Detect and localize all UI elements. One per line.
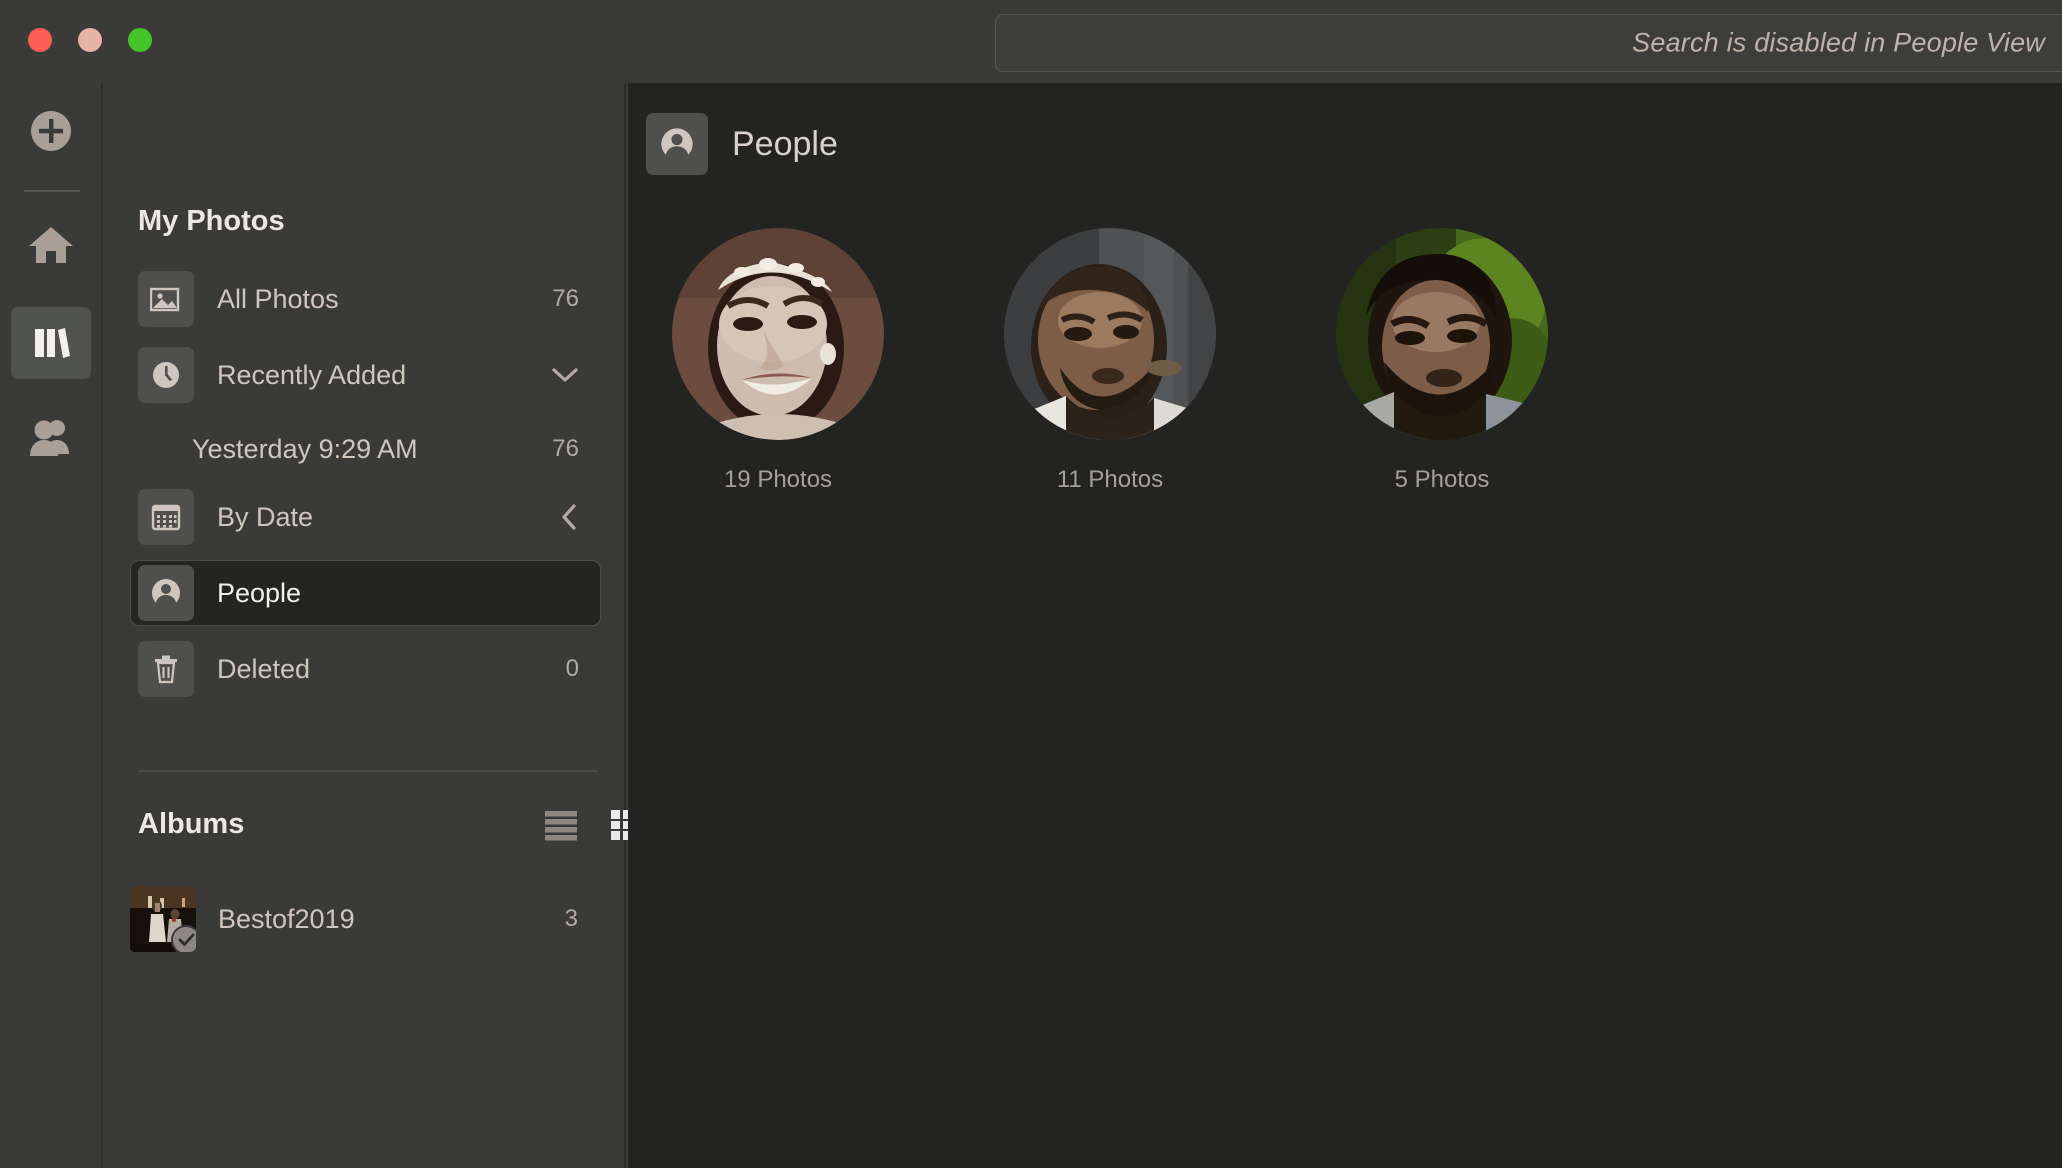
zoom-button[interactable]	[128, 28, 152, 52]
sidebar-item-count: 0	[565, 655, 579, 682]
person-face-thumbnail	[1336, 228, 1548, 440]
rail-item-add[interactable]	[11, 97, 91, 169]
search-input[interactable]: Search is disabled in People View	[995, 14, 2062, 72]
people-grid: 19 Photos 11 Photos 5 Photos	[672, 228, 1548, 494]
album-count: 3	[564, 905, 578, 932]
album-thumbnail	[130, 886, 196, 952]
person-photo-count: 11 Photos	[1056, 466, 1164, 493]
icon-rail	[0, 83, 103, 1168]
sidebar-item-label: Recently Added	[217, 359, 407, 390]
window-controls	[28, 28, 152, 52]
sidebar-subitem-yesterday[interactable]: Yesterday 9:29 AM 76	[130, 418, 601, 480]
main-content: People 19 Photos 11 Photos 5 Photos	[628, 83, 2062, 1168]
sidebar-subitem-count: 76	[552, 435, 579, 462]
sidebar-subitem-label: Yesterday 9:29 AM	[192, 433, 418, 464]
close-button[interactable]	[28, 28, 52, 52]
sidebar-item-label: People	[217, 577, 302, 608]
clock-icon	[138, 347, 194, 403]
person-card[interactable]: 11 Photos	[1004, 228, 1216, 494]
chevron-down-icon[interactable]	[551, 366, 579, 384]
person-photo-count: 5 Photos	[1394, 466, 1490, 493]
page-title: People	[732, 124, 838, 163]
photo-icon	[138, 271, 194, 327]
rail-item-home[interactable]	[11, 211, 91, 283]
sidebar-item-count: 76	[552, 285, 579, 312]
album-label: Bestof2019	[218, 903, 355, 934]
list-view-icon[interactable]	[545, 809, 579, 846]
plus-circle-icon	[29, 109, 73, 158]
page-header: People	[646, 113, 838, 175]
sidebar-item-people[interactable]: People	[130, 560, 601, 626]
search-placeholder: Search is disabled in People View	[1632, 27, 2045, 58]
album-item-bestof2019[interactable]: Bestof2019 3	[130, 883, 600, 955]
person-card[interactable]: 5 Photos	[1336, 228, 1548, 494]
person-card[interactable]: 19 Photos	[672, 228, 884, 494]
library-icon	[29, 319, 73, 368]
home-icon	[27, 223, 75, 272]
title-bar: Search is disabled in People View	[0, 0, 2062, 83]
rail-item-shared[interactable]	[11, 403, 91, 475]
sidebar: My Photos All Photos 76 Recently Added Y…	[105, 83, 717, 1168]
sidebar-divider	[138, 770, 598, 772]
person-icon	[138, 565, 194, 621]
sidebar-item-by-date[interactable]: By Date	[130, 484, 601, 550]
album-selected-badge	[171, 925, 196, 952]
person-icon	[646, 113, 708, 175]
rail-divider	[24, 190, 80, 192]
trash-icon	[138, 641, 194, 697]
sidebar-item-label: All Photos	[217, 283, 339, 314]
sidebar-item-all-photos[interactable]: All Photos 76	[130, 266, 601, 332]
albums-heading: Albums	[138, 808, 245, 840]
sidebar-title: My Photos	[138, 205, 285, 237]
person-face-thumbnail	[1004, 228, 1216, 440]
app-window: Search is disabled in People View My Pho…	[0, 0, 2062, 1168]
sidebar-item-recently-added[interactable]: Recently Added	[130, 342, 601, 408]
calendar-icon	[138, 489, 194, 545]
person-face-thumbnail	[672, 228, 884, 440]
sidebar-item-label: Deleted	[217, 653, 311, 684]
sidebar-item-label: By Date	[217, 501, 314, 532]
sidebar-item-deleted[interactable]: Deleted 0	[130, 636, 601, 702]
minimize-button[interactable]	[78, 28, 102, 52]
sidebar-nav: All Photos 76 Recently Added Yesterday 9…	[105, 266, 626, 712]
person-photo-count: 19 Photos	[723, 466, 833, 493]
chevron-left-icon[interactable]	[559, 503, 579, 531]
rail-item-library[interactable]	[11, 307, 91, 379]
people-group-icon	[28, 416, 74, 463]
